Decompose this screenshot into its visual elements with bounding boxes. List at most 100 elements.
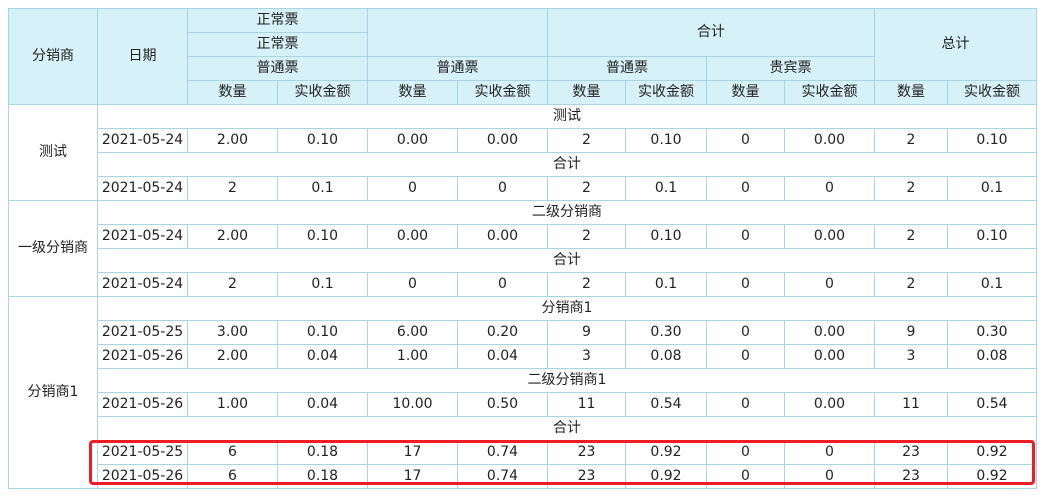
date-cell[interactable]: 2021-05-26 [97,464,188,489]
value-cell[interactable]: 2 [547,272,626,297]
header-regular-3[interactable]: 普通票 [547,56,707,81]
value-cell[interactable]: 3.00 [187,320,278,345]
header-qty[interactable]: 数量 [187,80,278,105]
distributor-cell[interactable]: 分销商1 [8,296,98,489]
value-cell[interactable]: 0.1 [277,272,368,297]
value-cell[interactable]: 2 [874,176,948,201]
value-cell[interactable]: 0.18 [277,440,368,465]
value-cell[interactable]: 0.00 [457,224,548,249]
value-cell[interactable]: 2 [547,224,626,249]
header-vip[interactable]: 贵宾票 [706,56,875,81]
table-row[interactable]: 2021-05-26 2.00 0.04 1.00 0.04 3 0.08 0 0.00 3 0.0… [9,344,1037,369]
value-cell[interactable]: 2 [874,272,948,297]
header-regular-2[interactable]: 普通票 [367,56,548,81]
value-cell[interactable]: 0.1 [947,176,1037,201]
value-cell[interactable]: 0.10 [625,128,707,153]
header-qty[interactable]: 数量 [547,80,626,105]
table-row[interactable]: 2021-05-25 6 0.18 17 0.74 23 0.92 0 0 23 0.92 [9,440,1037,465]
value-cell[interactable]: 0.10 [947,224,1037,249]
value-cell[interactable]: 0.04 [277,344,368,369]
value-cell[interactable]: 0.74 [457,464,548,489]
value-cell[interactable]: 0.08 [947,344,1037,369]
value-cell[interactable]: 6 [187,464,278,489]
value-cell[interactable]: 2 [874,128,948,153]
value-cell[interactable]: 0.1 [947,272,1037,297]
date-cell[interactable]: 2021-05-25 [97,320,188,345]
value-cell[interactable]: 0 [367,176,458,201]
value-cell[interactable]: 0 [784,464,875,489]
value-cell[interactable]: 0.00 [367,128,458,153]
value-cell[interactable]: 0.00 [457,128,548,153]
value-cell[interactable]: 0 [706,320,785,345]
value-cell[interactable]: 2 [187,272,278,297]
value-cell[interactable]: 0 [706,440,785,465]
distributor-cell[interactable]: 测试 [8,104,98,201]
value-cell[interactable]: 23 [874,440,948,465]
value-cell[interactable]: 6.00 [367,320,458,345]
value-cell[interactable]: 0.04 [457,344,548,369]
value-cell[interactable]: 1.00 [367,344,458,369]
value-cell[interactable]: 0 [784,440,875,465]
value-cell[interactable]: 0.10 [277,224,368,249]
distributor-cell[interactable]: 一级分销商 [8,200,98,297]
value-cell[interactable]: 0.92 [947,464,1037,489]
header-qty[interactable]: 数量 [706,80,785,105]
value-cell[interactable]: 2.00 [187,344,278,369]
value-cell[interactable]: 6 [187,440,278,465]
header-amount[interactable]: 实收金额 [457,80,548,105]
value-cell[interactable]: 2 [547,128,626,153]
value-cell[interactable]: 23 [874,464,948,489]
value-cell[interactable]: 0.10 [625,224,707,249]
table-row[interactable]: 2021-05-24 2.00 0.10 0.00 0.00 2 0.10 0 0.00 2 0.1… [9,128,1037,153]
value-cell[interactable]: 0.08 [625,344,707,369]
value-cell[interactable]: 0 [784,176,875,201]
value-cell[interactable]: 0 [706,128,785,153]
value-cell[interactable]: 0.10 [947,128,1037,153]
value-cell[interactable]: 3 [874,344,948,369]
header-regular-1[interactable]: 普通票 [187,56,368,81]
header-amount[interactable]: 实收金额 [784,80,875,105]
header-qty[interactable]: 数量 [874,80,948,105]
header-amount[interactable]: 实收金额 [947,80,1037,105]
value-cell[interactable]: 0.92 [947,440,1037,465]
table-row[interactable]: 2021-05-24 2.00 0.10 0.00 0.00 2 0.10 0 0.00 2 0.1… [9,224,1037,249]
header-normal-ticket-sub[interactable]: 正常票 [187,32,368,57]
value-cell[interactable]: 0.00 [784,320,875,345]
value-cell[interactable]: 0 [706,392,785,417]
value-cell[interactable]: 0.10 [277,128,368,153]
value-cell[interactable]: 0 [706,176,785,201]
table-row[interactable]: 2021-05-24 2 0.1 0 0 2 0.1 0 0 2 0.1 [9,272,1037,297]
value-cell[interactable]: 0 [457,176,548,201]
table-row[interactable]: 2021-05-24 2 0.1 0 0 2 0.1 0 0 2 0.1 [9,176,1037,201]
value-cell[interactable]: 2 [187,176,278,201]
value-cell[interactable]: 2.00 [187,224,278,249]
value-cell[interactable]: 9 [547,320,626,345]
table-row[interactable]: 2021-05-26 1.00 0.04 10.00 0.50 11 0.54 0 0.00 11… [9,392,1037,417]
value-cell[interactable]: 0 [706,344,785,369]
value-cell[interactable]: 0.92 [625,464,707,489]
table-row[interactable]: 2021-05-25 3.00 0.10 6.00 0.20 9 0.30 0 0.00 9 0.3… [9,320,1037,345]
value-cell[interactable]: 0.92 [625,440,707,465]
value-cell[interactable]: 0.00 [784,128,875,153]
value-cell[interactable]: 0.00 [784,344,875,369]
value-cell[interactable]: 17 [367,440,458,465]
value-cell[interactable]: 0.00 [784,392,875,417]
value-cell[interactable]: 0.30 [947,320,1037,345]
header-date[interactable]: 日期 [97,8,188,105]
value-cell[interactable]: 1.00 [187,392,278,417]
date-cell[interactable]: 2021-05-26 [97,392,188,417]
value-cell[interactable]: 0.1 [625,176,707,201]
value-cell[interactable]: 17 [367,464,458,489]
value-cell[interactable]: 0.20 [457,320,548,345]
value-cell[interactable]: 9 [874,320,948,345]
date-cell[interactable]: 2021-05-24 [97,128,188,153]
value-cell[interactable]: 0.18 [277,464,368,489]
value-cell[interactable]: 0.54 [947,392,1037,417]
value-cell[interactable]: 23 [547,464,626,489]
value-cell[interactable]: 0 [784,272,875,297]
header-normal-ticket[interactable]: 正常票 [187,8,368,33]
date-cell[interactable]: 2021-05-25 [97,440,188,465]
header-distributor[interactable]: 分销商 [8,8,98,105]
date-cell[interactable]: 2021-05-24 [97,272,188,297]
value-cell[interactable]: 2 [874,224,948,249]
